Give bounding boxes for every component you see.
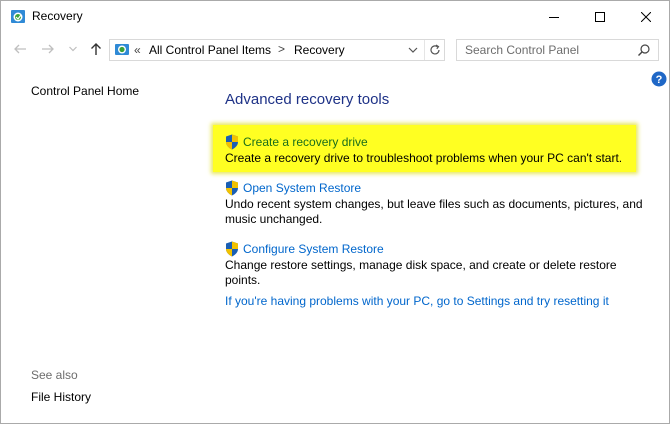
reset-pc-link[interactable]: If you're having problems with your PC, …	[225, 294, 609, 308]
close-button[interactable]	[623, 1, 669, 32]
arrow-left-icon	[14, 44, 26, 54]
breadcrumb-recovery[interactable]: Recovery	[294, 43, 345, 57]
search-icon[interactable]	[637, 43, 651, 57]
close-icon	[641, 11, 651, 22]
recovery-app-icon	[11, 10, 25, 23]
svg-text:?: ?	[656, 74, 663, 86]
back-button[interactable]	[11, 40, 29, 58]
configure-system-restore-description: Change restore settings, manage disk spa…	[225, 258, 617, 287]
chevron-down-icon	[69, 46, 77, 52]
see-also-label: See also	[31, 368, 78, 382]
breadcrumb-all-items[interactable]: All Control Panel Items	[149, 43, 271, 57]
uac-shield-icon	[226, 241, 238, 257]
help-icon[interactable]: ?	[651, 71, 667, 87]
create-recovery-drive-description: Create a recovery drive to troubleshoot …	[225, 151, 623, 165]
search-box[interactable]: Search Control Panel	[456, 39, 659, 61]
maximize-button[interactable]	[577, 1, 623, 32]
window-title: Recovery	[32, 9, 83, 23]
breadcrumb-separator[interactable]: >	[278, 42, 285, 56]
refresh-button[interactable]	[424, 40, 444, 60]
create-recovery-drive-link[interactable]: Create a recovery drive	[243, 135, 368, 149]
title-bar: Recovery	[1, 1, 669, 32]
minimize-button[interactable]	[531, 1, 577, 32]
recovery-window: Recovery « All Control Panel Items > Rec…	[0, 0, 670, 424]
uac-shield-icon	[226, 134, 238, 150]
search-input[interactable]: Search Control Panel	[465, 43, 579, 57]
arrow-right-icon	[42, 44, 54, 54]
page-title: Advanced recovery tools	[225, 91, 390, 108]
uac-shield-icon	[226, 180, 238, 196]
refresh-icon	[429, 44, 440, 55]
recent-locations-button[interactable]	[64, 40, 82, 58]
breadcrumb-overflow[interactable]: «	[134, 43, 141, 57]
address-bar[interactable]: « All Control Panel Items > Recovery	[109, 39, 445, 61]
open-system-restore-description: Undo recent system changes, but leave fi…	[225, 197, 643, 226]
minimize-icon	[549, 16, 559, 18]
navigation-bar: « All Control Panel Items > Recovery Sea…	[1, 34, 669, 66]
control-panel-home-link[interactable]: Control Panel Home	[31, 84, 139, 98]
up-button[interactable]	[87, 40, 105, 58]
forward-button[interactable]	[39, 40, 57, 58]
open-system-restore-link[interactable]: Open System Restore	[243, 181, 361, 195]
file-history-link[interactable]: File History	[31, 390, 91, 404]
arrow-up-icon	[91, 43, 101, 55]
configure-system-restore-link[interactable]: Configure System Restore	[243, 242, 384, 256]
control-panel-icon	[115, 44, 129, 55]
address-dropdown-icon[interactable]	[406, 43, 420, 57]
maximize-icon	[595, 11, 605, 22]
